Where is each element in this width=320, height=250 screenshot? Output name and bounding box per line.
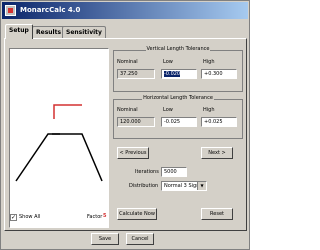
horizontal-low-header: Low <box>163 107 173 113</box>
reset-button[interactable]: Reset <box>201 208 233 220</box>
show-all-checkbox[interactable]: ✓ <box>10 214 17 221</box>
vertical-nominal-header: Nominal <box>117 59 138 65</box>
save-button[interactable]: Save <box>91 233 119 245</box>
factor-value: 5 <box>103 213 107 219</box>
show-all-label: Show All <box>19 214 41 220</box>
factor-label: Factor <box>87 214 103 220</box>
vertical-low-field[interactable]: -0.020 <box>161 69 197 79</box>
horizontal-nominal-field: 120.000 <box>117 117 155 127</box>
tab-sensitivity[interactable]: Sensitivity <box>62 26 106 38</box>
vertical-high-header: High <box>203 59 215 65</box>
iterations-field[interactable]: 5000 <box>161 167 187 177</box>
profile-preview <box>9 48 109 228</box>
tab-setup[interactable]: Setup <box>5 24 33 39</box>
iterations-label: Iterations <box>135 169 159 175</box>
horizontal-low-field[interactable]: -0.025 <box>161 117 197 127</box>
app-icon <box>5 5 16 16</box>
title-bar: MonarcCalc 4.0 <box>2 2 248 19</box>
horizontal-nominal-header: Nominal <box>117 107 138 113</box>
cancel-button[interactable]: Cancel <box>126 233 154 245</box>
vertical-nominal-field: 37.250 <box>117 69 155 79</box>
horizontal-group-title: Horizontal Length Tolerance <box>142 95 214 101</box>
next-button[interactable]: Next > <box>201 147 233 159</box>
previous-button[interactable]: < Previous <box>117 147 149 159</box>
profile-left-segment <box>15 133 60 182</box>
vertical-group-title: Vertical Length Tolerance <box>145 46 211 52</box>
profile-diagram <box>15 104 103 182</box>
window-title: MonarcCalc 4.0 <box>20 6 81 14</box>
distribution-label: Distribution <box>129 183 159 189</box>
profile-highlight-segment <box>53 104 82 119</box>
dropdown-arrow-icon[interactable]: ▼ <box>197 182 206 190</box>
profile-right-segment <box>52 133 103 182</box>
app-window: MonarcCalc 4.0 Setup Results Sensitivity… <box>0 0 250 250</box>
tab-results[interactable]: Results <box>32 26 66 38</box>
vertical-high-field[interactable]: +0.300 <box>201 69 237 79</box>
horizontal-high-header: High <box>203 107 215 113</box>
calculate-button[interactable]: Calculate Now <box>117 208 157 220</box>
horizontal-high-field[interactable]: +0.025 <box>201 117 237 127</box>
distribution-select[interactable]: Normal 3 Sigma ▼ <box>161 181 207 191</box>
vertical-low-header: Low <box>163 59 173 65</box>
